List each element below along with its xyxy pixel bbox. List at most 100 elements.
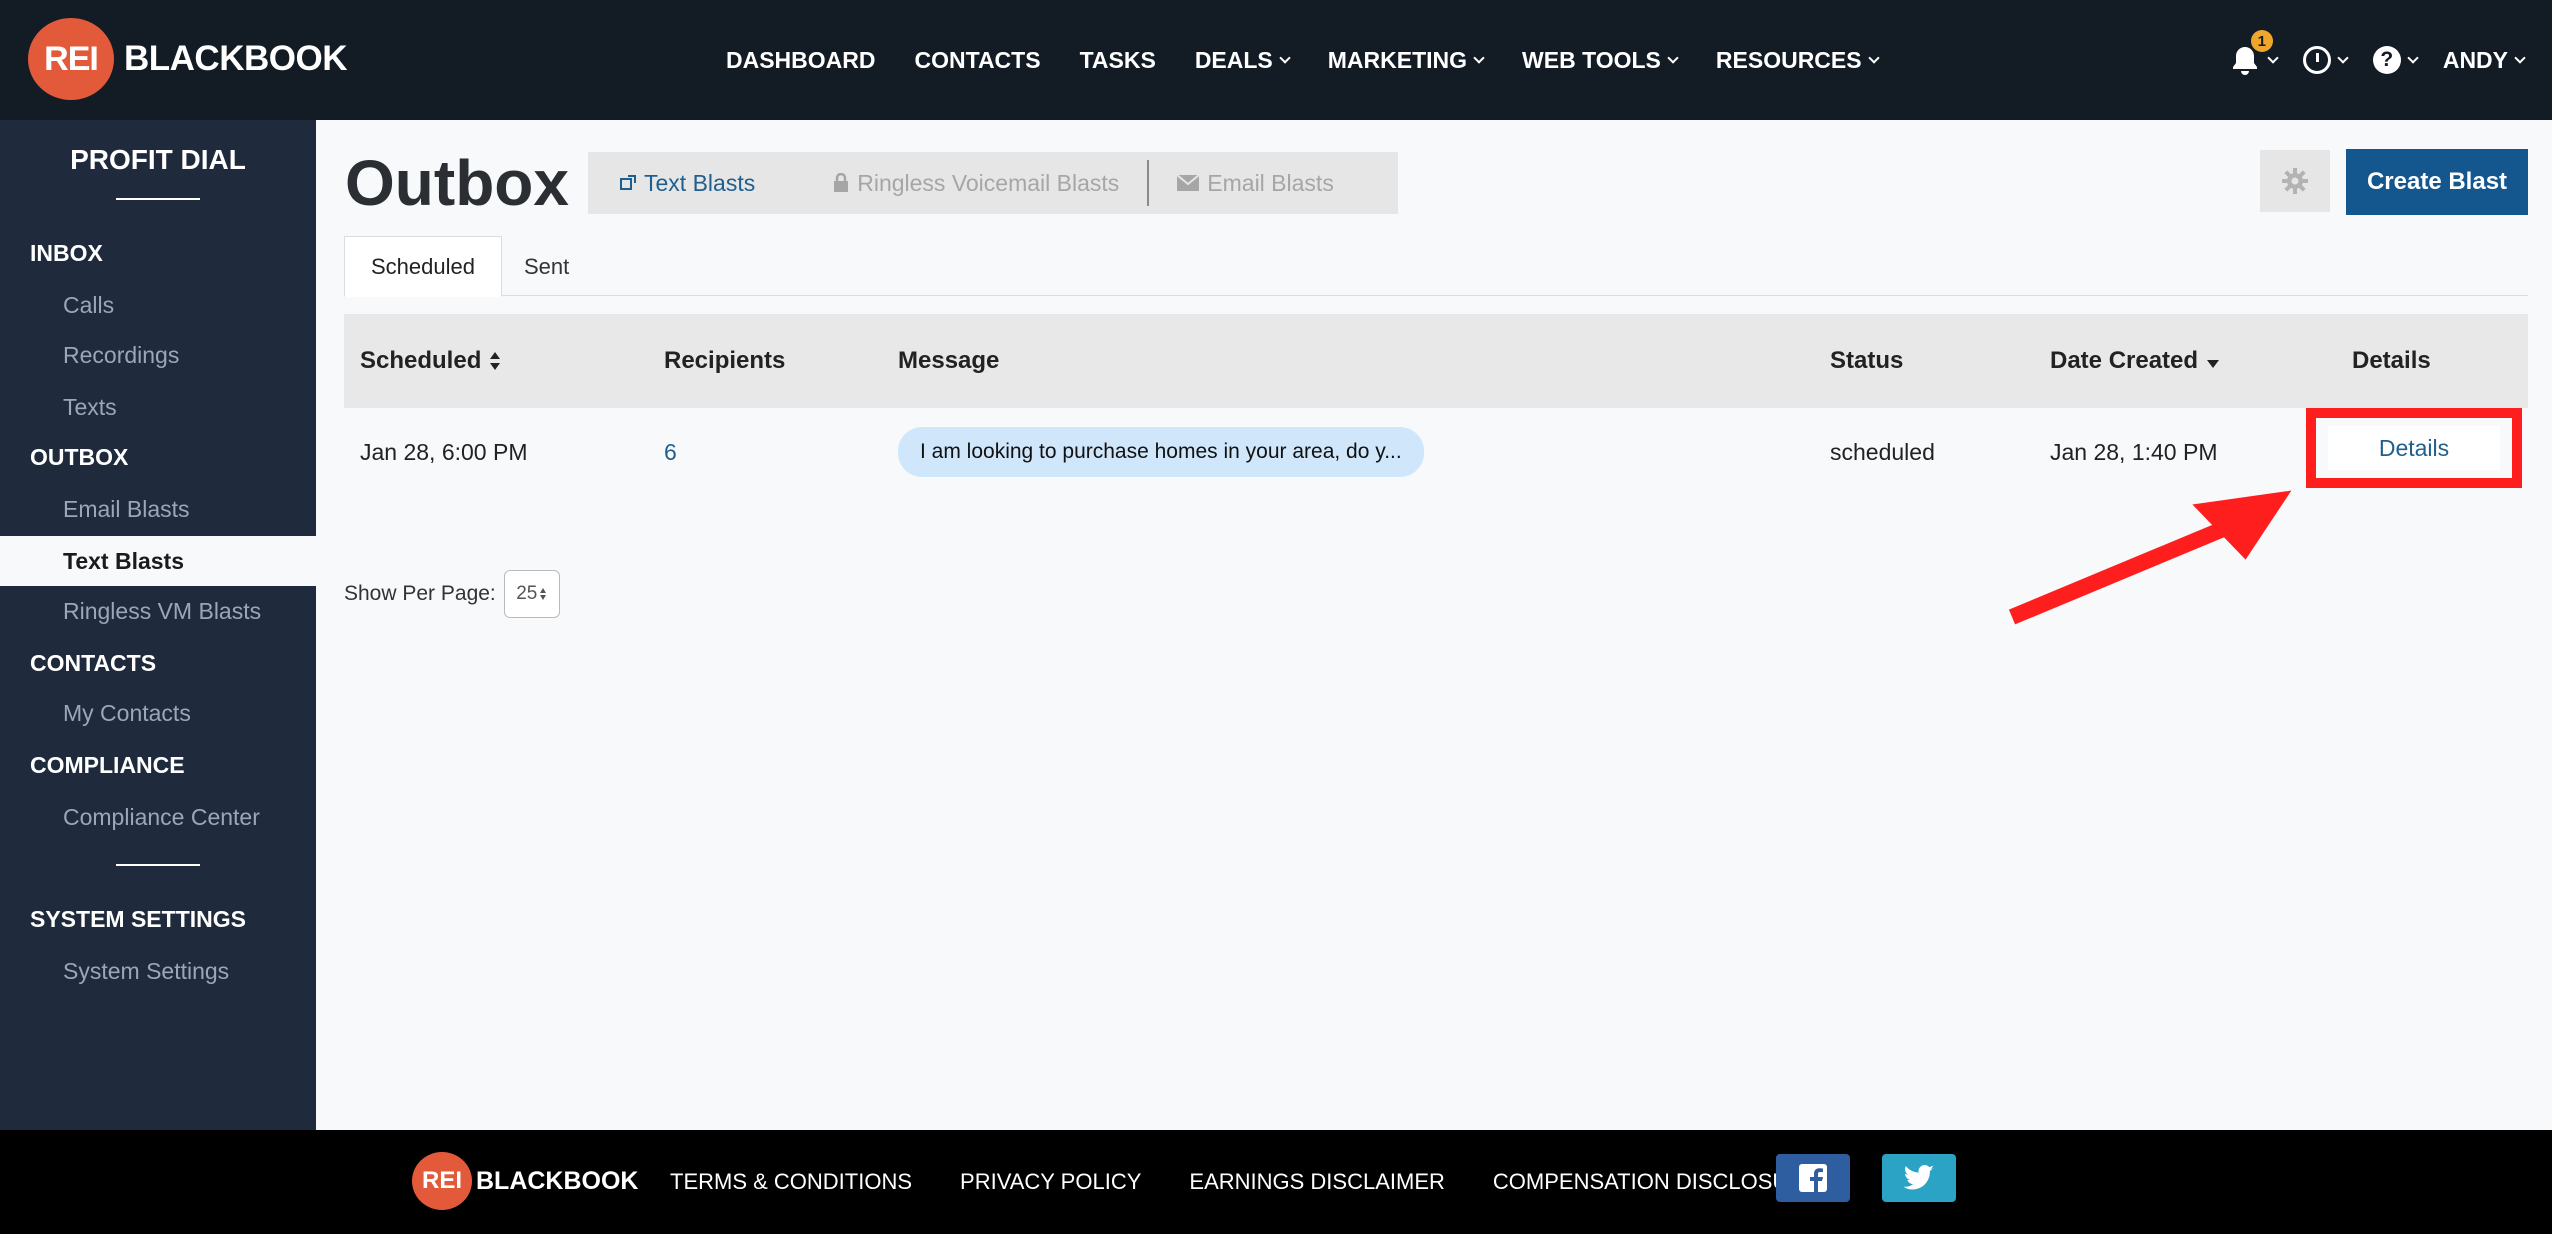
footer-link-terms[interactable]: TERMS & CONDITIONS: [670, 1169, 912, 1195]
bell-icon: 1: [2229, 30, 2273, 76]
nav-web-tools[interactable]: WEB TOOLS: [1522, 46, 1679, 74]
chevron-down-icon: [2407, 51, 2419, 64]
select-arrows-icon: [540, 588, 547, 600]
col-message: Message: [898, 347, 1000, 374]
nav-label: DASHBOARD: [726, 46, 876, 73]
col-date-created[interactable]: Date Created: [2050, 314, 2220, 408]
facebook-button[interactable]: [1776, 1154, 1850, 1202]
settings-button[interactable]: [2260, 150, 2330, 212]
tab-sent[interactable]: Sent: [498, 236, 595, 297]
annotation-arrow: [2008, 490, 2292, 625]
chevron-down-icon: [2267, 51, 2279, 64]
footer-link-earnings[interactable]: EARNINGS DISCLAIMER: [1189, 1169, 1445, 1195]
tab-ringless-voicemail-blasts[interactable]: Ringless Voicemail Blasts: [833, 170, 1119, 197]
tab-email-blasts[interactable]: Email Blasts: [1177, 170, 1334, 197]
nav-label: MARKETING: [1327, 46, 1468, 73]
col-status: Status: [1830, 347, 1904, 374]
footer-logo[interactable]: REI BLACKBOOK: [412, 1152, 639, 1210]
lock-icon: [834, 173, 849, 192]
col-recipients: Recipients: [664, 347, 786, 374]
logo-text: BLACKBOOK: [124, 39, 347, 78]
sidebar-item-calls[interactable]: Calls: [63, 292, 114, 319]
help-menu[interactable]: ?: [2372, 46, 2419, 74]
sidebar-item-my-contacts[interactable]: My Contacts: [63, 700, 191, 727]
chevron-down-icon: [1473, 51, 1485, 64]
per-page-select[interactable]: 25: [503, 570, 560, 618]
sidebar-section-inbox[interactable]: INBOX: [30, 240, 103, 267]
footer: REI BLACKBOOK TERMS & CONDITIONS PRIVACY…: [0, 1130, 2552, 1234]
footer-link-privacy[interactable]: PRIVACY POLICY: [960, 1169, 1141, 1195]
details-highlight-box: Details: [2306, 408, 2522, 488]
top-navbar: REI BLACKBOOK DASHBOARD CONTACTS TASKS D…: [0, 0, 2552, 120]
tab-text-blasts[interactable]: Text Blasts: [620, 170, 755, 197]
gear-icon: [2282, 168, 2308, 194]
sidebar-item-email-blasts[interactable]: Email Blasts: [63, 496, 190, 523]
footer-logo-text: BLACKBOOK: [476, 1166, 639, 1195]
chevron-down-icon: [2514, 51, 2526, 64]
sidebar: PROFIT DIAL INBOX Calls Recordings Texts…: [0, 120, 316, 1130]
sidebar-section-outbox[interactable]: OUTBOX: [30, 444, 128, 471]
brand-logo[interactable]: REI BLACKBOOK: [28, 18, 347, 100]
status-tabs: Scheduled Sent: [344, 236, 2528, 297]
nav-label: CONTACTS: [914, 46, 1041, 73]
sidebar-section-compliance[interactable]: COMPLIANCE: [30, 752, 185, 779]
tab-scheduled[interactable]: Scheduled: [344, 236, 502, 297]
col-scheduled[interactable]: Scheduled: [360, 314, 501, 408]
tab-divider: [1147, 160, 1150, 206]
sidebar-divider: [116, 864, 200, 866]
twitter-button[interactable]: [1882, 1154, 1956, 1202]
table-header: Scheduled Recipients Message Status Date…: [344, 314, 2528, 408]
sort-icon: [490, 352, 501, 370]
create-blast-button[interactable]: Create Blast: [2346, 149, 2528, 215]
sidebar-divider: [116, 198, 200, 200]
per-page-control: Show Per Page: 25: [344, 570, 560, 618]
tab-label: Ringless Voicemail Blasts: [857, 169, 1120, 196]
user-name: ANDY: [2442, 46, 2508, 73]
history-menu[interactable]: [2302, 46, 2349, 74]
nav-dashboard[interactable]: DASHBOARD: [726, 47, 876, 74]
col-label: Scheduled: [360, 347, 482, 374]
cell-message: I am looking to purchase homes in your a…: [898, 408, 1424, 496]
cell-status: scheduled: [1830, 438, 1935, 465]
sidebar-item-recordings[interactable]: Recordings: [63, 342, 179, 369]
cell-scheduled: Jan 28, 6:00 PM: [360, 438, 528, 465]
logo-mark: REI: [28, 18, 114, 100]
nav-contacts[interactable]: CONTACTS: [915, 47, 1041, 74]
nav-tasks[interactable]: TASKS: [1080, 47, 1156, 74]
nav-right: 1 ? ANDY: [2203, 0, 2526, 120]
channel-tabs: Text Blasts Ringless Voicemail Blasts Em…: [588, 152, 1398, 214]
sidebar-item-ringless-vm-blasts[interactable]: Ringless VM Blasts: [63, 598, 261, 625]
nav-label: DEALS: [1194, 46, 1273, 73]
user-menu[interactable]: ANDY: [2442, 46, 2526, 74]
nav-label: WEB TOOLS: [1522, 46, 1661, 73]
details-link[interactable]: Details: [2328, 426, 2500, 470]
chevron-down-icon: [2337, 51, 2349, 64]
external-link-icon: [620, 175, 636, 190]
nav-label: TASKS: [1079, 46, 1156, 73]
twitter-icon: [1903, 1165, 1934, 1190]
message-preview[interactable]: I am looking to purchase homes in your a…: [898, 427, 1424, 477]
col-details: Details: [2352, 347, 2431, 374]
nav-label: RESOURCES: [1715, 46, 1862, 73]
notifications-menu[interactable]: 1: [2229, 30, 2279, 76]
help-icon: ?: [2372, 46, 2401, 74]
sidebar-section-contacts[interactable]: CONTACTS: [30, 650, 156, 677]
envelope-icon: [1177, 175, 1200, 191]
facebook-icon: [1799, 1164, 1827, 1192]
sidebar-section-system-settings[interactable]: SYSTEM SETTINGS: [30, 906, 246, 933]
cell-recipients[interactable]: 6: [664, 408, 677, 496]
nav-resources[interactable]: RESOURCES: [1715, 46, 1880, 74]
nav-marketing[interactable]: MARKETING: [1327, 46, 1485, 74]
sidebar-item-compliance-center[interactable]: Compliance Center: [63, 804, 260, 831]
sidebar-item-texts[interactable]: Texts: [63, 394, 117, 421]
chevron-down-icon: [1667, 51, 1679, 64]
main-nav: DASHBOARD CONTACTS TASKS DEALS MARKETING…: [726, 0, 1917, 120]
nav-deals[interactable]: DEALS: [1194, 46, 1291, 74]
col-label: Date Created: [2050, 347, 2199, 374]
page-title: Outbox: [345, 147, 569, 219]
sort-desc-icon: [2207, 360, 2220, 368]
tab-label: Text Blasts: [644, 169, 756, 196]
footer-link-compensation[interactable]: COMPENSATION DISCLOSURE: [1493, 1169, 1819, 1195]
sidebar-item-text-blasts[interactable]: Text Blasts: [0, 536, 316, 586]
sidebar-item-system-settings[interactable]: System Settings: [63, 958, 229, 985]
